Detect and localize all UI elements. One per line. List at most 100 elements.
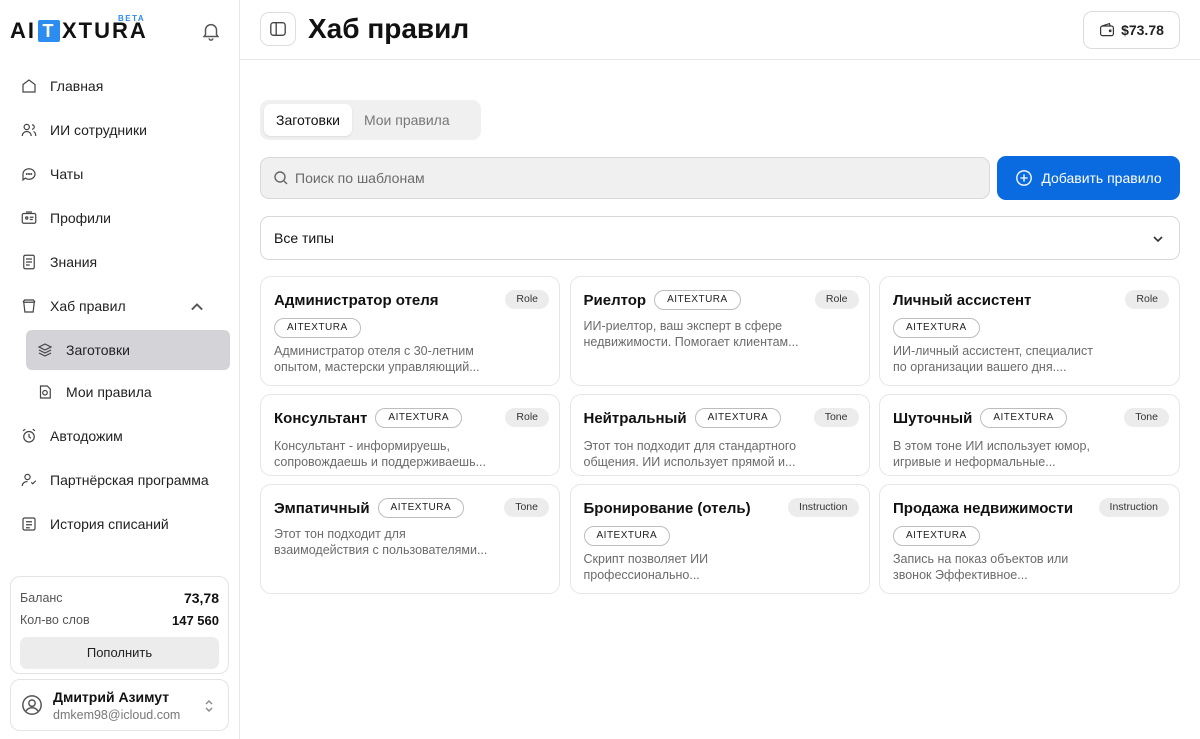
type-tag: Role xyxy=(814,290,859,309)
user-menu[interactable]: Дмитрий Азимут dmkem98@icloud.com xyxy=(10,679,229,731)
user-name: Дмитрий Азимут xyxy=(53,688,170,705)
sidebar-item-label: ИИ сотрудники xyxy=(50,122,147,138)
sidebar-item-label: Знания xyxy=(50,254,98,270)
search-icon xyxy=(274,171,288,185)
card-description-line: Этот тон подходит для стандартного xyxy=(583,439,797,453)
card-description-line: сопровождаешь и поддерживаешь... xyxy=(274,455,486,469)
home-icon xyxy=(22,79,36,93)
search-box xyxy=(260,157,990,199)
words-value: 147 560 xyxy=(172,612,219,628)
wallet-icon xyxy=(1100,22,1115,37)
layers-icon xyxy=(37,343,53,357)
card-description-line: недвижимости. Помогает клиентам... xyxy=(583,335,799,349)
sidebar-item-label: История списаний xyxy=(50,516,169,532)
author-badge: AITEXTURA xyxy=(893,318,980,338)
balance-card: Баланс 73,78 Кол-во слов 147 560 Пополни… xyxy=(10,576,229,674)
add-rule-button[interactable]: Добавить правило xyxy=(997,156,1180,200)
type-tag: Tone xyxy=(504,498,549,517)
chevron-up-icon[interactable] xyxy=(188,298,206,316)
author-badge: AITEXTURA xyxy=(375,408,463,428)
card-description: Консультант - информируешь, сопровождаешь… xyxy=(274,438,524,470)
card-description-line: взаимодействия с пользователями... xyxy=(274,543,488,557)
sidebar-toggle-button[interactable] xyxy=(260,12,296,46)
rule-card[interactable]: Нейтральный AITEXTURA Tone Этот тон подхо… xyxy=(569,394,870,476)
card-title: Консультант xyxy=(274,409,368,427)
sidebar-item-label: Профили xyxy=(50,210,111,226)
rule-card[interactable]: Шуточный AITEXTURA Tone В этом тоне ИИ ис… xyxy=(879,394,1180,476)
author-badge: AITEXTURA xyxy=(980,408,1067,428)
rule-card[interactable]: Продажа недвижимости Instruction AITEXTU… xyxy=(879,484,1180,594)
sidebar-item-label: Чаты xyxy=(50,166,84,182)
rule-card[interactable]: Консультант AITEXTURA Role Консультант - … xyxy=(260,394,560,476)
author-badge: AITEXTURA xyxy=(654,290,741,310)
sidebar-item-label: Заготовки xyxy=(66,342,130,358)
card-description: Запись на показ объектов или звонок Эффек… xyxy=(893,551,1143,583)
bell-icon[interactable] xyxy=(200,20,222,42)
card-description: Этот тон подходит для стандартного общени… xyxy=(584,438,834,470)
sidebar-item-ai-employees[interactable]: ИИ сотрудники xyxy=(10,108,230,152)
sidebar-item-label: Главная xyxy=(50,78,104,94)
card-title: Личный ассистент xyxy=(893,291,1032,309)
card-description-line: Этот тон подходит для xyxy=(274,527,406,541)
type-tag: Instruction xyxy=(788,498,859,517)
card-description: ИИ-риелтор, ваш эксперт в сфере недвижимо… xyxy=(584,318,834,350)
card-description: Администратор отеля с 30-летним опытом, м… xyxy=(274,343,524,375)
card-description-line: по организации вашего дня.... xyxy=(893,360,1067,374)
sidebar-item-chats[interactable]: Чаты xyxy=(10,152,230,196)
sidebar-item-history[interactable]: История списаний xyxy=(10,502,230,546)
sidebar-item-presets[interactable]: Заготовки xyxy=(26,330,230,370)
search-input[interactable] xyxy=(295,170,975,186)
sidebar-item-label: Мои правила xyxy=(66,384,152,400)
type-tag: Role xyxy=(505,290,549,309)
card-description-line: игривые и неформальные... xyxy=(893,455,1056,469)
chevron-updown-icon xyxy=(205,700,213,712)
beta-badge: BETA xyxy=(118,14,146,23)
rule-card[interactable]: Бронирование (отель) Instruction AITEXTU… xyxy=(569,484,870,594)
wallet-button[interactable]: $73.78 xyxy=(1083,11,1180,49)
card-description-line: опытом, мастерски управляющий... xyxy=(274,360,480,374)
logo[interactable]: AI T XTURA BETA xyxy=(10,14,148,48)
type-filter-value: Все типы xyxy=(274,230,334,246)
card-description-line: Консультант - информируешь, xyxy=(274,439,451,453)
rule-card[interactable]: Администратор отеля Role AITEXTURA Админ… xyxy=(260,276,560,386)
card-description: Скрипт позволяет ИИ профессионально... xyxy=(584,551,834,583)
rule-card[interactable]: Личный ассистент Role AITEXTURA ИИ-личны… xyxy=(879,276,1180,386)
author-badge: AITEXTURA xyxy=(893,526,980,546)
topup-button[interactable]: Пополнить xyxy=(20,637,219,669)
author-badge: AITEXTURA xyxy=(274,318,361,338)
sidebar-item-knowledge[interactable]: Знания xyxy=(10,240,230,284)
card-description: В этом тоне ИИ использует юмор, игривые и… xyxy=(893,438,1143,470)
wallet-amount: $73.78 xyxy=(1121,22,1164,38)
partner-icon xyxy=(21,473,37,487)
sidebar-nav: Главная ИИ сотрудники Чаты Профили Знани… xyxy=(10,64,230,546)
card-description: Этот тон подходит для взаимодействия с по… xyxy=(274,526,524,558)
history-icon xyxy=(22,517,36,531)
card-title: Эмпатичный xyxy=(274,499,370,517)
sidebar-item-my-rules[interactable]: Мои правила xyxy=(26,372,230,412)
rule-card[interactable]: Риелтор AITEXTURA Role ИИ-риелтор, ваш эк… xyxy=(569,276,870,386)
card-title: Бронирование (отель) xyxy=(583,499,751,517)
sidebar-item-partner[interactable]: Партнёрская программа xyxy=(10,458,230,502)
card-description-line: общения. ИИ использует прямой и... xyxy=(583,455,796,469)
sidebar-item-profiles[interactable]: Профили xyxy=(10,196,230,240)
chevron-down-icon xyxy=(1153,236,1163,243)
add-rule-label: Добавить правило xyxy=(1041,170,1162,186)
plus-circle-icon xyxy=(1016,170,1033,186)
sidebar-item-home[interactable]: Главная xyxy=(10,64,230,108)
card-title: Администратор отеля xyxy=(274,291,439,309)
alarm-icon xyxy=(22,428,36,443)
type-filter-select[interactable]: Все типы xyxy=(260,216,1180,260)
card-description: ИИ-личный ассистент, специалист по органи… xyxy=(893,343,1143,375)
user-email: dmkem98@icloud.com xyxy=(53,707,181,722)
rule-card[interactable]: Эмпатичный AITEXTURA Tone Этот тон подход… xyxy=(260,484,560,594)
card-title: Нейтральный xyxy=(583,409,687,427)
sidebar: AI T XTURA BETA Главная ИИ сотрудники Ча… xyxy=(0,0,240,739)
type-tag: Tone xyxy=(1124,408,1169,427)
header: Хаб правил $73.78 xyxy=(240,0,1200,60)
tab-my-rules[interactable]: Мои правила xyxy=(352,104,462,136)
sidebar-item-label: Хаб правил xyxy=(50,298,126,314)
author-badge: AITEXTURA xyxy=(694,408,782,428)
sidebar-item-autofollow[interactable]: Автодожим xyxy=(10,414,230,458)
sidebar-item-rules-hub[interactable]: Хаб правил xyxy=(10,284,230,328)
tab-presets[interactable]: Заготовки xyxy=(264,104,352,136)
